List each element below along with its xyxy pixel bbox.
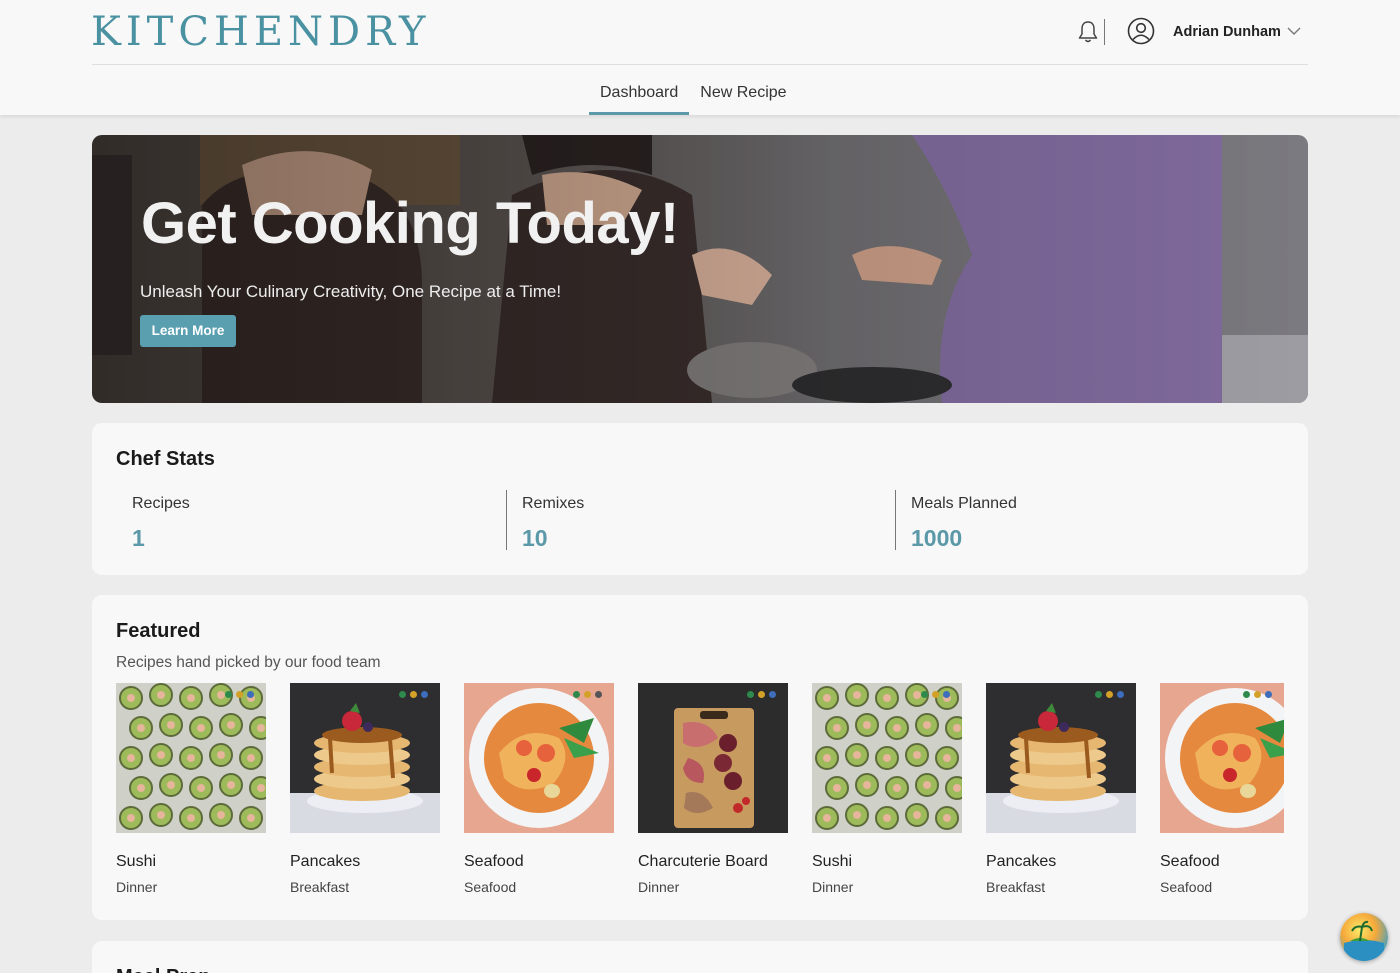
- header-divider-line: [92, 64, 1308, 65]
- recipe-image-seafood[interactable]: [464, 683, 614, 833]
- recipe-category: Seafood: [1160, 879, 1213, 895]
- recipe-card[interactable]: Pancakes Breakfast: [290, 683, 440, 896]
- stat-value: 1000: [911, 525, 963, 551]
- recipe-card[interactable]: Pancakes Breakfast: [986, 683, 1136, 896]
- recipe-category: Breakfast: [290, 879, 350, 895]
- stat-label: Recipes: [132, 495, 190, 512]
- recipe-card[interactable]: Sushi Dinner: [116, 683, 266, 896]
- nav-tabs: Dashboard New Recipe: [589, 74, 798, 115]
- recipe-name: Charcuterie Board: [638, 853, 768, 870]
- tab-dashboard[interactable]: Dashboard: [589, 74, 690, 115]
- recipe-image-sushi[interactable]: [812, 683, 962, 833]
- stat-value: 1: [132, 525, 145, 551]
- user-name[interactable]: Adrian Dunham: [1173, 22, 1281, 42]
- recipe-name: Sushi: [116, 853, 157, 870]
- recipe-image-charcuterie[interactable]: [638, 683, 788, 833]
- tab-new-recipe[interactable]: New Recipe: [689, 74, 797, 115]
- recipe-name: Sushi: [812, 853, 853, 870]
- carousel-dots: [1243, 691, 1272, 698]
- stat-value: 10: [522, 525, 548, 551]
- top-header: KITCHENDRY Adrian Dunham Dashboard New R…: [0, 0, 1400, 115]
- recipe-category: Dinner: [638, 879, 680, 895]
- carousel-dots: [1095, 691, 1124, 698]
- recipe-image-pancakes[interactable]: [290, 683, 440, 833]
- recipe-name: Seafood: [464, 853, 524, 870]
- app-logo[interactable]: KITCHENDRY: [91, 10, 430, 54]
- hero-image: [92, 135, 1308, 403]
- recipe-category: Seafood: [464, 879, 517, 895]
- carousel-dots: [921, 691, 950, 698]
- stat-divider: [506, 490, 507, 550]
- recipe-category: Dinner: [116, 879, 158, 895]
- stat-recipes: Recipes 1: [132, 491, 190, 551]
- featured-title: Featured: [116, 620, 201, 642]
- hero-subtitle: Unleash Your Culinary Creativity, One Re…: [140, 282, 562, 301]
- stat-meals-planned: Meals Planned 1000: [911, 491, 1017, 551]
- chevron-down-icon[interactable]: [1286, 25, 1302, 37]
- carousel-dots: [573, 691, 602, 698]
- carousel-dots: [399, 691, 428, 698]
- carousel-dots: [225, 691, 254, 698]
- globe-widget-icon[interactable]: [1340, 913, 1388, 961]
- hero-title: Get Cooking Today!: [141, 191, 679, 256]
- featured-card: Featured Recipes hand picked by our food…: [92, 595, 1308, 920]
- recipe-image-sushi[interactable]: [116, 683, 266, 833]
- recipe-category: Breakfast: [986, 879, 1046, 895]
- bell-icon[interactable]: [1076, 19, 1100, 45]
- stat-divider: [895, 490, 896, 550]
- chef-stats-title: Chef Stats: [116, 448, 215, 470]
- recipe-card[interactable]: Seafood Seafood: [1160, 683, 1284, 896]
- meal-card: Meal Prep...: [92, 941, 1308, 973]
- recipe-card[interactable]: Seafood Seafood: [464, 683, 614, 896]
- user-circle-icon[interactable]: [1127, 17, 1155, 45]
- featured-subtitle: Recipes hand picked by our food team: [116, 654, 381, 671]
- recipe-card[interactable]: Charcuterie Board Dinner: [638, 683, 788, 896]
- stat-label: Remixes: [522, 495, 585, 512]
- carousel-dots: [747, 691, 776, 698]
- recipe-image-pancakes[interactable]: [986, 683, 1136, 833]
- recipe-image-seafood[interactable]: [1160, 683, 1284, 833]
- featured-recipe-list: Sushi Dinner Pancakes Breakfast Seafood …: [116, 683, 1284, 903]
- header-divider: [1104, 19, 1105, 45]
- recipe-card[interactable]: Sushi Dinner: [812, 683, 962, 896]
- recipe-name: Seafood: [1160, 853, 1220, 870]
- hero-banner: Get Cooking Today! Unleash Your Culinary…: [92, 135, 1308, 403]
- stat-label: Meals Planned: [911, 495, 1017, 512]
- meal-card-title: Meal Prep...: [116, 965, 227, 973]
- stat-remixes: Remixes 10: [522, 491, 584, 551]
- chef-stats-card: Chef Stats Recipes 1 Remixes 10 Meals Pl…: [92, 423, 1308, 575]
- recipe-name: Pancakes: [290, 853, 361, 870]
- recipe-category: Dinner: [812, 879, 854, 895]
- learn-more-button[interactable]: Learn More: [140, 315, 236, 347]
- recipe-name: Pancakes: [986, 853, 1057, 870]
